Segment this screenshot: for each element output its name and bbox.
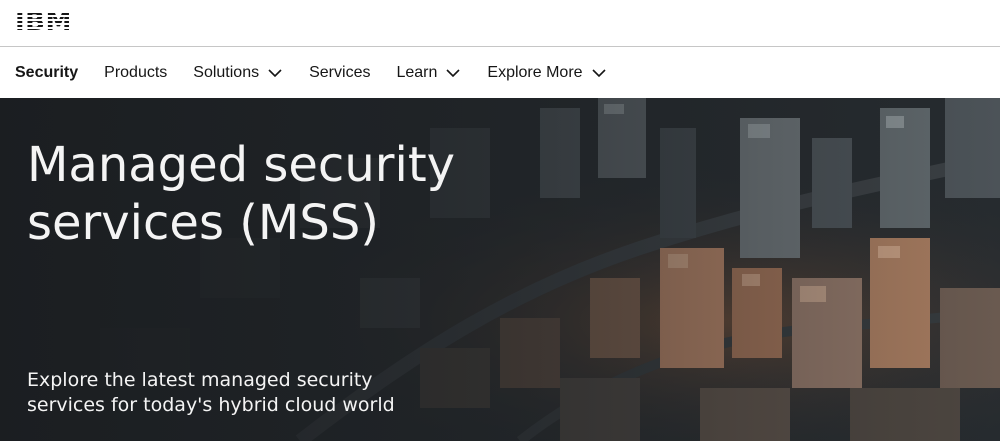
masthead: IBM (0, 0, 1000, 47)
hero-subtitle: Explore the latest managed security serv… (27, 369, 395, 416)
nav-item-learn[interactable]: Learn (383, 47, 474, 98)
hero-title: Managed security services (MSS) (27, 137, 456, 251)
chevron-down-icon (267, 65, 283, 81)
chevron-down-icon (445, 65, 461, 81)
nav-item-security[interactable]: Security (0, 47, 91, 98)
hero-banner: Managed security services (MSS) Explore … (0, 98, 1000, 441)
nav-label: Solutions (193, 63, 260, 81)
nav-label: Explore More (487, 63, 583, 81)
sub-navigation: Security Products Solutions Services Lea… (0, 47, 1000, 98)
nav-item-explore-more[interactable]: Explore More (474, 47, 619, 98)
nav-item-services[interactable]: Services (296, 47, 383, 98)
nav-label: Services (309, 63, 371, 81)
logo-text: IBM (15, 7, 72, 37)
chevron-down-icon (591, 65, 607, 81)
nav-item-solutions[interactable]: Solutions (180, 47, 296, 98)
nav-label: Security (15, 63, 79, 81)
nav-label: Learn (396, 63, 438, 81)
nav-item-products[interactable]: Products (91, 47, 180, 98)
ibm-logo[interactable]: IBM (15, 9, 72, 35)
nav-label: Products (104, 63, 168, 81)
